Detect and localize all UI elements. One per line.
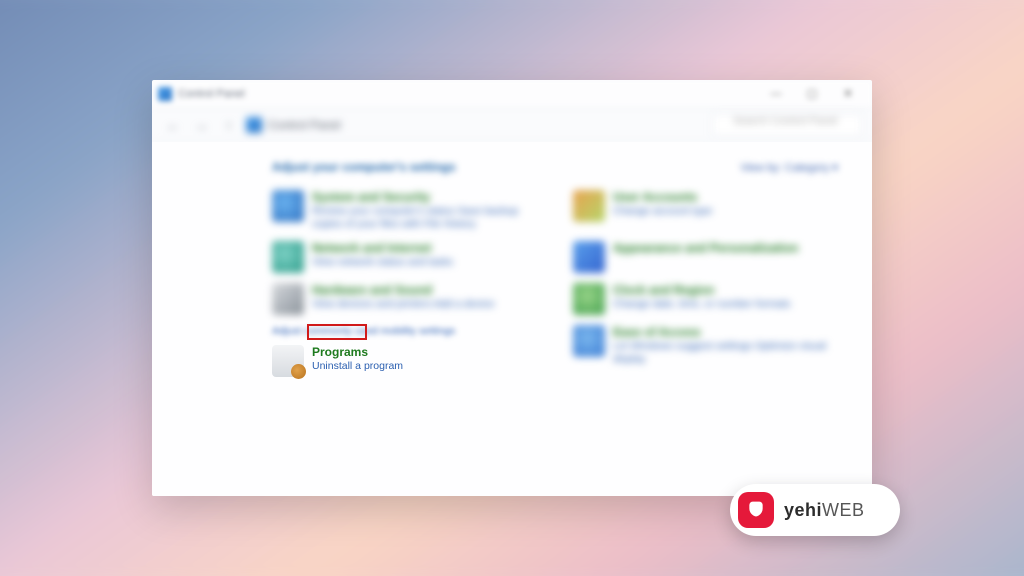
monitor-icon [573, 241, 605, 273]
category-sub: Change date, time, or number formats [613, 298, 790, 311]
category-network[interactable]: Network and Internet View network status… [272, 239, 537, 275]
content-area: Adjust your computer's settings View by:… [152, 142, 872, 496]
category-title: Programs [312, 345, 403, 360]
category-grid: System and Security Review your computer… [272, 188, 838, 379]
up-button[interactable]: ↑ [218, 114, 240, 136]
watermark-text: yehi WEB [784, 500, 865, 521]
minimize-button[interactable]: — [758, 83, 794, 105]
control-panel-icon [158, 87, 172, 101]
category-title: System and Security [312, 190, 537, 205]
watermark-brand-a: yehi [784, 500, 822, 521]
watermark-logo-icon [738, 492, 774, 528]
category-ease-of-access[interactable]: Ease of Access Let Windows suggest setti… [573, 323, 838, 379]
view-by-selector[interactable]: View by: Category ▾ [740, 161, 838, 174]
back-button[interactable]: ← [162, 114, 184, 136]
category-sub: Review your computer's status Save backu… [312, 205, 537, 231]
category-user-accounts[interactable]: User Accounts Change account type [573, 188, 838, 233]
category-title: Clock and Region [613, 283, 790, 298]
printer-icon [272, 283, 304, 315]
mobility-settings-link[interactable]: Adjust commonly used mobility settings [272, 325, 537, 337]
category-title: Network and Internet [312, 241, 453, 256]
category-title: Hardware and Sound [312, 283, 495, 298]
control-panel-window: Control Panel — ▢ ✕ ← → ↑ Control Panel … [152, 80, 872, 496]
category-sub: Change account type [613, 205, 712, 218]
category-title: Appearance and Personalization [613, 241, 798, 256]
forward-button[interactable]: → [190, 114, 212, 136]
category-sub: View network status and tasks [312, 256, 453, 269]
window-title: Control Panel [178, 88, 245, 100]
shield-icon [272, 190, 304, 222]
watermark-brand-b: WEB [822, 500, 865, 521]
globe-icon [272, 241, 304, 273]
category-clock-region[interactable]: Clock and Region Change date, time, or n… [573, 281, 838, 317]
maximize-button[interactable]: ▢ [794, 83, 830, 105]
breadcrumb-icon [246, 117, 262, 133]
ease-of-access-icon [573, 325, 605, 357]
window-titlebar: Control Panel — ▢ ✕ [152, 80, 872, 108]
category-hardware[interactable]: Hardware and Sound View devices and prin… [272, 281, 537, 317]
programs-icon [272, 345, 304, 377]
watermark-badge: yehi WEB [730, 484, 900, 536]
address-bar: ← → ↑ Control Panel Search Control Panel [152, 108, 872, 142]
category-sub: View devices and printers Add a device [312, 298, 495, 311]
breadcrumb-text: Control Panel [268, 118, 341, 132]
close-button[interactable]: ✕ [830, 83, 866, 105]
category-programs[interactable]: Programs Uninstall a program [272, 343, 537, 379]
breadcrumb[interactable]: Control Panel [246, 117, 706, 133]
uninstall-program-link[interactable]: Uninstall a program [312, 360, 403, 373]
user-accounts-icon [573, 190, 605, 222]
search-input[interactable]: Search Control Panel [712, 114, 862, 136]
clock-icon [573, 283, 605, 315]
category-sub: Let Windows suggest settings Optimize vi… [613, 340, 838, 366]
category-title: Ease of Access [613, 325, 838, 340]
category-system-security[interactable]: System and Security Review your computer… [272, 188, 537, 233]
category-title: User Accounts [613, 190, 712, 205]
page-heading: Adjust your computer's settings [272, 160, 456, 174]
category-appearance[interactable]: Appearance and Personalization [573, 239, 838, 275]
